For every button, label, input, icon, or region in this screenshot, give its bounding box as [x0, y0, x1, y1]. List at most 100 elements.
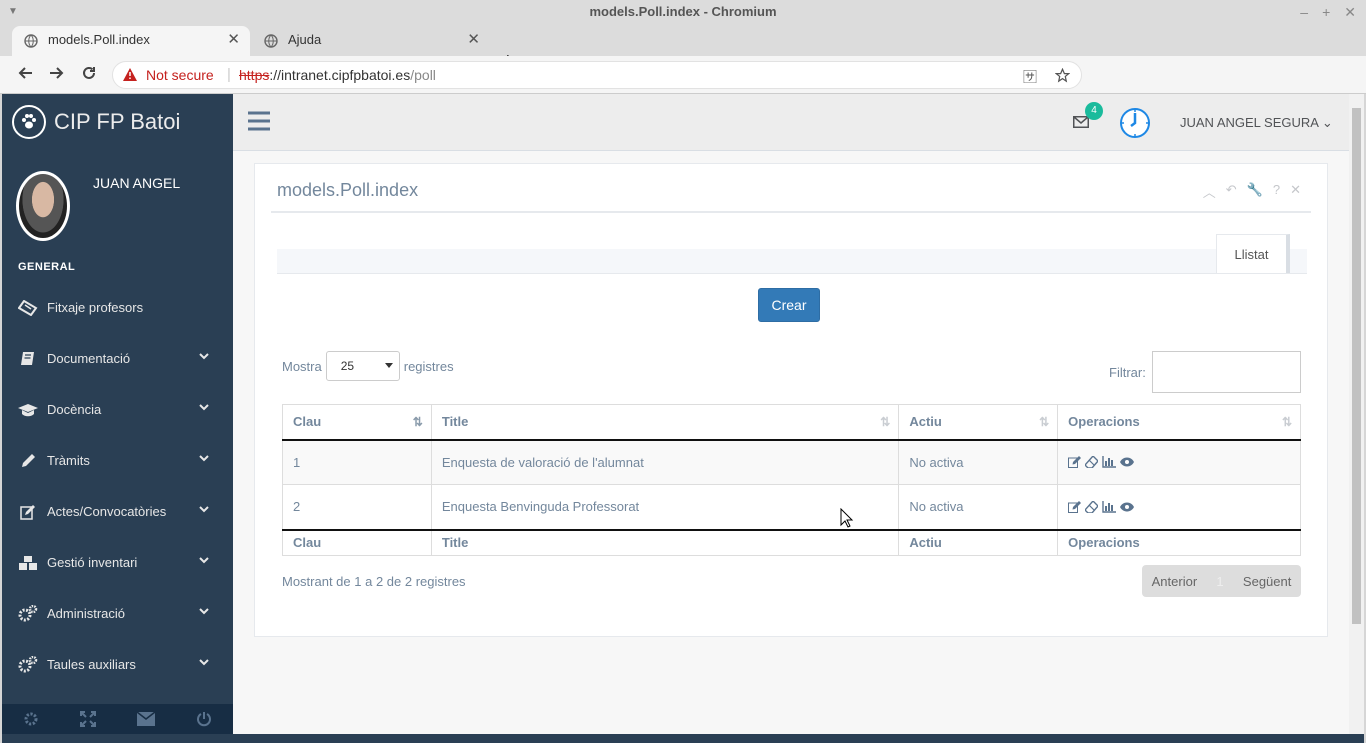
globe-icon — [24, 34, 38, 48]
mail-icon[interactable] — [1073, 116, 1089, 128]
eraser-icon[interactable] — [1085, 456, 1099, 469]
help-icon[interactable]: ? — [1273, 182, 1280, 201]
not-secure-label[interactable]: Not secure — [146, 67, 214, 83]
sort-icon: ⇅ — [880, 415, 891, 429]
sidebar-item-administracio[interactable]: Administració — [2, 588, 233, 639]
chevron-down-icon: ⌄ — [1321, 115, 1333, 130]
brand[interactable]: CIP FP Batoi — [12, 105, 180, 139]
close-tab-icon[interactable]: ✕ — [227, 26, 240, 54]
browser-tab-ajuda[interactable]: Ajuda ✕ — [252, 26, 490, 56]
footer-clau: Clau — [282, 528, 432, 556]
browser-tab-poll[interactable]: models.Poll.index ✕ — [12, 26, 250, 56]
sidebar-user-name: JUAN ANGEL — [93, 175, 181, 191]
paw-icon — [12, 105, 46, 139]
cell-clau: 1 — [282, 439, 432, 485]
collapse-chevron-up-icon[interactable]: ︿ — [1203, 182, 1216, 201]
mouse-cursor-icon — [840, 508, 854, 528]
chevron-down-icon — [199, 353, 209, 360]
minimize-icon[interactable]: – — [1300, 0, 1308, 24]
pager-next[interactable]: Següent — [1243, 574, 1291, 589]
wrench-icon[interactable]: 🔧 — [1247, 182, 1263, 201]
chevron-down-icon — [199, 557, 209, 564]
power-icon[interactable] — [196, 711, 212, 727]
omnibox[interactable]: Not secure | https://intranet.cipfpbatoi… — [112, 61, 1082, 89]
user-avatar — [16, 171, 70, 241]
sidebar-item-fitxaje[interactable]: Fitxaje profesors — [2, 282, 233, 333]
sidebar-item-label: Gestió inventari — [47, 555, 138, 570]
eraser-icon[interactable] — [1085, 500, 1099, 513]
edit-icon[interactable] — [1068, 500, 1082, 513]
window-title: models.Poll.index - Chromium — [589, 4, 777, 19]
cell-title: Enquesta Benvinguda Professorat — [430, 484, 900, 530]
cogs-icon — [18, 604, 38, 621]
column-header-actiu[interactable]: Actiu ⇅ — [898, 404, 1059, 441]
sidebar-item-docencia[interactable]: Docència — [2, 384, 233, 435]
close-tab-icon[interactable]: ✕ — [467, 26, 480, 54]
sidebar-item-label: Taules auxiliars — [47, 657, 136, 672]
address-toolbar: Not secure | https://intranet.cipfpbatoi… — [0, 56, 1366, 140]
page-bottom-strip — [2, 734, 1364, 743]
pager-previous[interactable]: Anterior — [1152, 574, 1198, 589]
ticket-icon — [18, 299, 38, 316]
chevron-down-icon — [199, 608, 209, 615]
menu-toggle-icon[interactable] — [248, 110, 270, 132]
reload-icon[interactable] — [81, 65, 97, 81]
filter-label: Filtrar: — [1109, 364, 1146, 380]
vertical-scrollbar[interactable] — [1349, 94, 1364, 734]
caret-down-icon — [384, 363, 393, 368]
eye-icon[interactable] — [1120, 502, 1135, 512]
polls-table: Clau ⇅ Title ⇅ Actiu ⇅ Operacions ⇅ 1 Enques… — [282, 404, 1301, 556]
forward-arrow-icon[interactable] — [49, 65, 65, 81]
sort-icon: ⇅ — [1281, 415, 1292, 429]
bar-chart-icon[interactable] — [1102, 500, 1117, 513]
cogs-icon — [18, 655, 38, 672]
close-panel-icon[interactable]: ✕ — [1290, 182, 1301, 201]
sidebar-item-label: Fitxaje profesors — [47, 300, 144, 315]
sidebar-item-actes[interactable]: Actes/Convocatòries — [2, 486, 233, 537]
column-header-operacions[interactable]: Operacions ⇅ — [1057, 404, 1301, 441]
filter-input[interactable] — [1151, 351, 1301, 393]
graduation-cap-icon — [18, 403, 38, 416]
window-controls: – + ✕ — [1300, 0, 1356, 24]
sidebar-item-documentacio[interactable]: Documentació — [2, 333, 233, 384]
back-arrow-icon[interactable] — [17, 65, 33, 81]
eye-icon[interactable] — [1120, 457, 1135, 467]
top-navbar: 4 JUAN ANGEL SEGURA ⌄ — [233, 94, 1349, 151]
pager-page-1[interactable]: 1 — [1216, 574, 1223, 589]
maximize-icon[interactable]: + — [1322, 0, 1330, 24]
panel-divider — [271, 211, 1311, 213]
sidebar-item-taules[interactable]: Taules auxiliars — [2, 639, 233, 690]
sidebar-item-inventari[interactable]: Gestió inventari — [2, 537, 233, 588]
settings-gear-icon[interactable] — [23, 711, 39, 727]
bar-chart-icon[interactable] — [1102, 456, 1117, 468]
sidebar-item-tramits[interactable]: Tràmits — [2, 435, 233, 486]
tab-llistat[interactable]: Llistat — [1216, 234, 1290, 273]
tab-strip: models.Poll.index ✕ Ajuda ✕ + — [0, 24, 1366, 72]
sidebar-menu: Fitxaje profesors Documentació Docència … — [2, 282, 233, 690]
column-header-clau[interactable]: Clau ⇅ — [282, 404, 432, 441]
length-prefix: Mostra — [282, 358, 322, 374]
create-button[interactable]: Crear — [758, 288, 820, 322]
warning-icon — [123, 68, 137, 81]
table-row: 1 Enquesta de valoració de l'alumnat No … — [282, 439, 1301, 485]
page-viewport: CIP FP Batoi JUAN ANGEL GENERAL Fitxaje … — [2, 94, 1349, 734]
top-user-menu[interactable]: JUAN ANGEL SEGURA ⌄ — [1180, 115, 1333, 131]
table-row: 2 Enquesta Benvinguda Professorat No act… — [282, 484, 1301, 530]
envelope-icon[interactable] — [137, 712, 156, 726]
scrollbar-thumb[interactable] — [1352, 108, 1361, 624]
url-text[interactable]: https://intranet.cipfpbatoi.es/poll — [239, 67, 436, 83]
cell-title: Enquesta de valoració de l'alumnat — [430, 439, 900, 485]
close-window-icon[interactable]: ✕ — [1344, 0, 1356, 24]
edit-icon[interactable] — [1068, 456, 1082, 469]
fullscreen-icon[interactable] — [79, 711, 96, 727]
mail-count-badge[interactable]: 4 — [1085, 102, 1103, 120]
translate-icon[interactable]: 🈂 — [1023, 67, 1037, 87]
footer-title: Title — [430, 528, 900, 556]
chevron-down-icon — [199, 404, 209, 411]
bookmark-star-icon[interactable] — [1055, 68, 1070, 83]
reply-icon[interactable]: ↶ — [1226, 182, 1237, 201]
column-header-title[interactable]: Title ⇅ — [430, 404, 900, 441]
page-length-select[interactable]: 25 — [325, 351, 400, 381]
window-menu-icon[interactable]: ▼ — [8, 0, 18, 24]
clock-icon[interactable] — [1119, 107, 1151, 139]
